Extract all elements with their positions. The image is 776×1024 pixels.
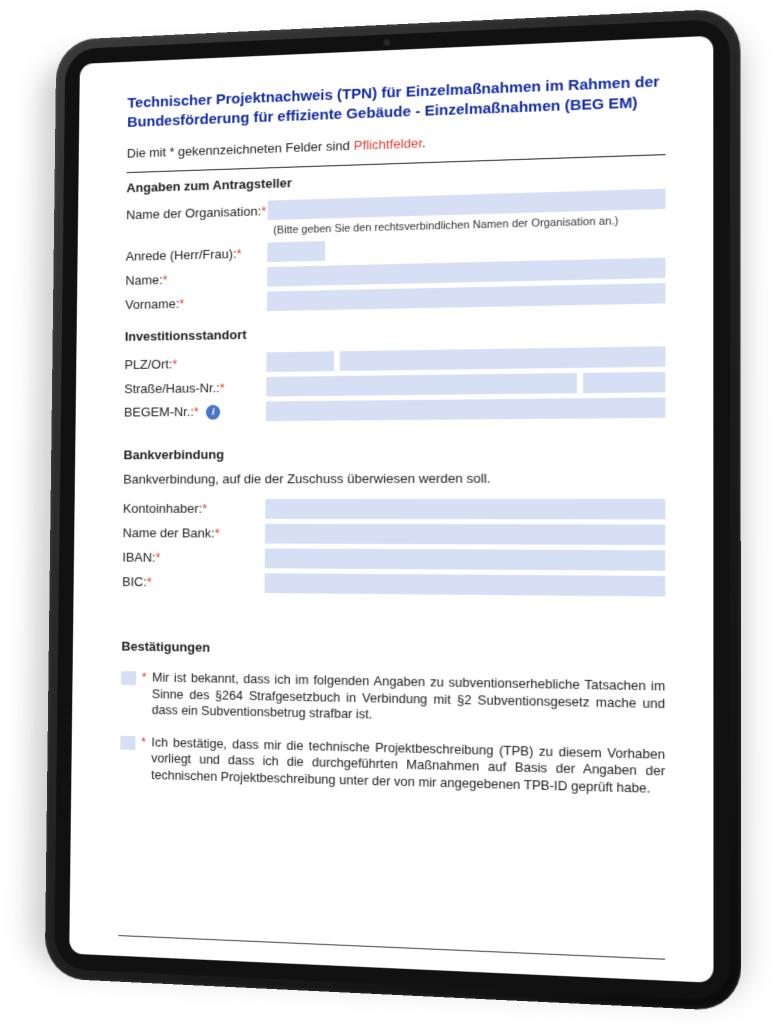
label-bankname: Name der Bank:*: [123, 526, 265, 542]
label-strasse-hausnr: Straße/Haus-Nr.:*: [124, 379, 266, 396]
checkbox-confirmation-2[interactable]: [120, 736, 135, 750]
required-marker: *: [147, 575, 152, 590]
input-anrede[interactable]: [267, 241, 325, 262]
footer-divider: [118, 935, 665, 960]
input-name[interactable]: [267, 258, 665, 287]
confirmation-1-text: Mir ist bekannt, dass ich im folgenden A…: [152, 670, 665, 730]
required-marker: *: [163, 272, 168, 287]
required-marker: *: [261, 204, 266, 219]
required-marker: *: [215, 526, 220, 541]
label-name: Name:*: [125, 270, 267, 288]
section-heading-bank: Bankverbindung: [123, 445, 665, 465]
confirmation-2-text: Ich bestätige, dass mir die technische P…: [151, 734, 665, 798]
input-ort[interactable]: [340, 347, 666, 372]
period: .: [422, 135, 426, 150]
label-iban: IBAN:*: [122, 550, 265, 566]
label-begem-nr: BEGEM-Nr.:* i: [124, 404, 266, 421]
input-vorname[interactable]: [267, 284, 666, 312]
page-title: Technischer Projektnachweis (TPN) für Ei…: [127, 72, 666, 132]
input-hausnr[interactable]: [583, 372, 665, 393]
required-marker: *: [202, 501, 207, 516]
input-plz[interactable]: [266, 352, 334, 373]
label-vorname: Vorname:*: [125, 294, 267, 312]
label-anrede: Anrede (Herr/Frau):*: [126, 245, 268, 264]
label-kontoinhaber: Kontoinhaber:*: [123, 501, 265, 516]
checkbox-confirmation-1[interactable]: [121, 671, 136, 685]
required-marker: *: [155, 550, 160, 565]
info-icon[interactable]: i: [206, 405, 220, 420]
bank-subnote: Bankverbindung, auf die der Zuschuss übe…: [123, 470, 665, 488]
confirmation-item-2: * Ich bestätige, dass mir die technische…: [120, 734, 665, 798]
mandatory-prefix: Die mit * gekennzeichneten Felder sind: [127, 138, 354, 161]
input-iban[interactable]: [265, 549, 666, 571]
tablet-screen: Technischer Projektnachweis (TPN) für Ei…: [69, 36, 713, 983]
input-bankname[interactable]: [265, 524, 665, 545]
label-plz-ort: PLZ/Ort:*: [124, 355, 266, 372]
tablet-frame: Technischer Projektnachweis (TPN) für Ei…: [45, 8, 741, 1011]
required-marker: *: [220, 380, 225, 395]
label-org-name: Name der Organisation:*: [126, 203, 268, 223]
required-marker: *: [179, 296, 184, 311]
required-marker: *: [237, 246, 242, 261]
required-marker: *: [194, 404, 199, 419]
label-bic: BIC:*: [122, 574, 265, 590]
input-kontoinhaber[interactable]: [265, 499, 665, 520]
mandatory-word: Pflichtfelder: [354, 135, 422, 152]
input-begem-nr[interactable]: [266, 398, 665, 422]
form-document: Technischer Projektnachweis (TPN) für Ei…: [69, 36, 713, 983]
required-marker: *: [141, 734, 146, 783]
input-bic[interactable]: [265, 573, 666, 596]
confirmation-item-1: * Mir ist bekannt, dass ich im folgenden…: [121, 669, 666, 730]
input-strasse[interactable]: [266, 373, 577, 397]
required-marker: *: [172, 356, 177, 371]
required-marker: *: [141, 669, 146, 718]
